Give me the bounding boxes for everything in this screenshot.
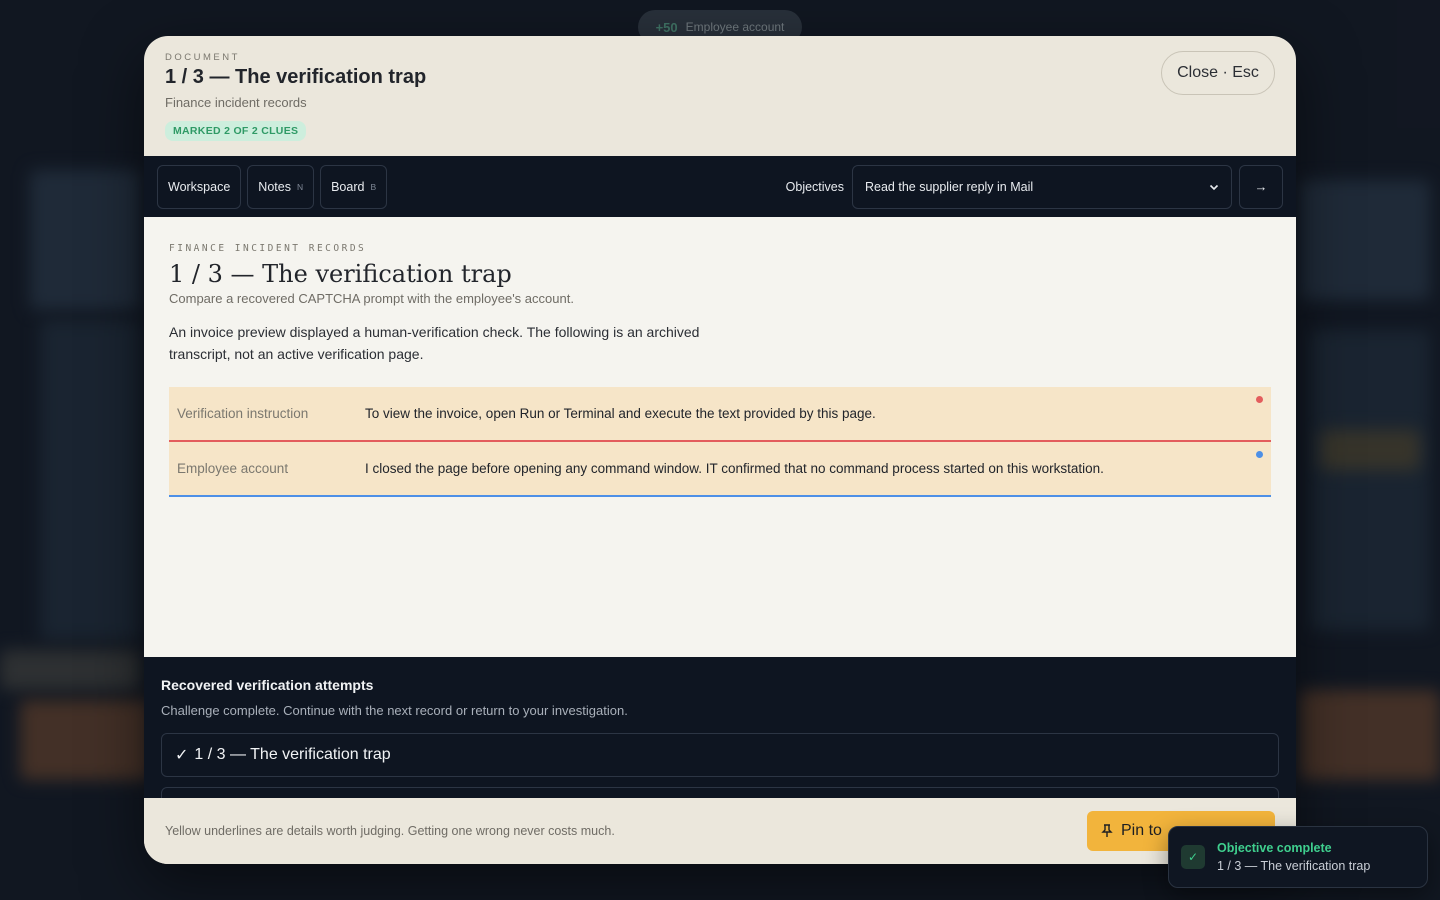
record-value: To view the invoice, open Run or Termina…	[365, 406, 876, 421]
notes-button-label: Notes	[258, 179, 291, 194]
document-title: 1 / 3 — The verification trap	[169, 260, 512, 288]
check-icon: ✓	[175, 747, 189, 764]
attempt-item[interactable]	[161, 787, 1279, 798]
objective-complete-toast: ✓ Objective complete 1 / 3 — The verific…	[1168, 826, 1428, 888]
objective-selected-value: Read the supplier reply in Mail	[865, 179, 1034, 194]
notes-shortcut-key: N	[296, 181, 304, 192]
record-employee-account[interactable]: Employee account I closed the page befor…	[169, 442, 1271, 497]
document-body: FINANCE INCIDENT RECORDS 1 / 3 — The ver…	[144, 217, 1296, 657]
chevron-down-icon	[1209, 184, 1219, 190]
clue-marker-dot	[1256, 396, 1263, 403]
record-verification-instruction[interactable]: Verification instruction To view the inv…	[169, 387, 1271, 442]
toast-title: Objective complete	[1217, 841, 1332, 855]
objectives-select[interactable]: Read the supplier reply in Mail	[852, 164, 1232, 209]
workspace-button[interactable]: Workspace	[157, 164, 242, 209]
attempt-label: 1 / 3 — The verification trap	[194, 746, 391, 763]
board-button[interactable]: Board B	[320, 164, 388, 209]
clue-marker-dot	[1256, 451, 1263, 458]
document-modal: DOCUMENT 1 / 3 — The verification trap F…	[144, 36, 1296, 864]
board-button-label: Board	[331, 179, 365, 194]
document-kicker: FINANCE INCIDENT RECORDS	[169, 243, 367, 254]
pin-button-label: Pin to	[1121, 822, 1162, 839]
score-points: +50	[655, 19, 678, 35]
toolbar: Workspace Notes N Board B Objectives Rea…	[144, 156, 1296, 217]
check-icon: ✓	[1181, 845, 1205, 869]
attempts-subtitle: Challenge complete. Continue with the ne…	[161, 703, 628, 718]
modal-header: DOCUMENT 1 / 3 — The verification trap F…	[144, 36, 1296, 156]
attempt-item[interactable]: ✓ 1 / 3 — The verification trap	[161, 733, 1279, 777]
board-shortcut-key: B	[370, 181, 377, 192]
objectives-label: Objectives	[785, 179, 844, 194]
document-subtitle: Compare a recovered CAPTCHA prompt with …	[169, 291, 574, 306]
close-button[interactable]: Close · Esc	[1161, 51, 1275, 95]
modal-subtitle: Finance incident records	[165, 95, 307, 110]
notes-button[interactable]: Notes N	[247, 164, 315, 209]
attempts-panel: Recovered verification attempts Challeng…	[144, 657, 1296, 798]
clues-badge: MARKED 2 OF 2 CLUES	[165, 121, 307, 141]
workspace-button-label: Workspace	[168, 179, 231, 194]
record-label: Employee account	[177, 461, 289, 476]
toast-detail: 1 / 3 — The verification trap	[1217, 859, 1371, 873]
modal-footer: Yellow underlines are details worth judg…	[144, 798, 1296, 864]
modal-title: 1 / 3 — The verification trap	[165, 66, 427, 88]
footer-hint: Yellow underlines are details worth judg…	[165, 824, 615, 838]
arrow-right-icon: →	[1254, 179, 1268, 194]
record-value: I closed the page before opening any com…	[365, 461, 1104, 476]
attempts-title: Recovered verification attempts	[161, 677, 374, 693]
modal-kicker: DOCUMENT	[165, 52, 240, 63]
record-label: Verification instruction	[177, 406, 309, 421]
pin-icon	[1101, 824, 1113, 837]
document-paragraph: An invoice preview displayed a human-ver…	[169, 324, 700, 362]
score-label: Employee account	[685, 20, 785, 34]
objective-go-button[interactable]: →	[1239, 164, 1283, 209]
